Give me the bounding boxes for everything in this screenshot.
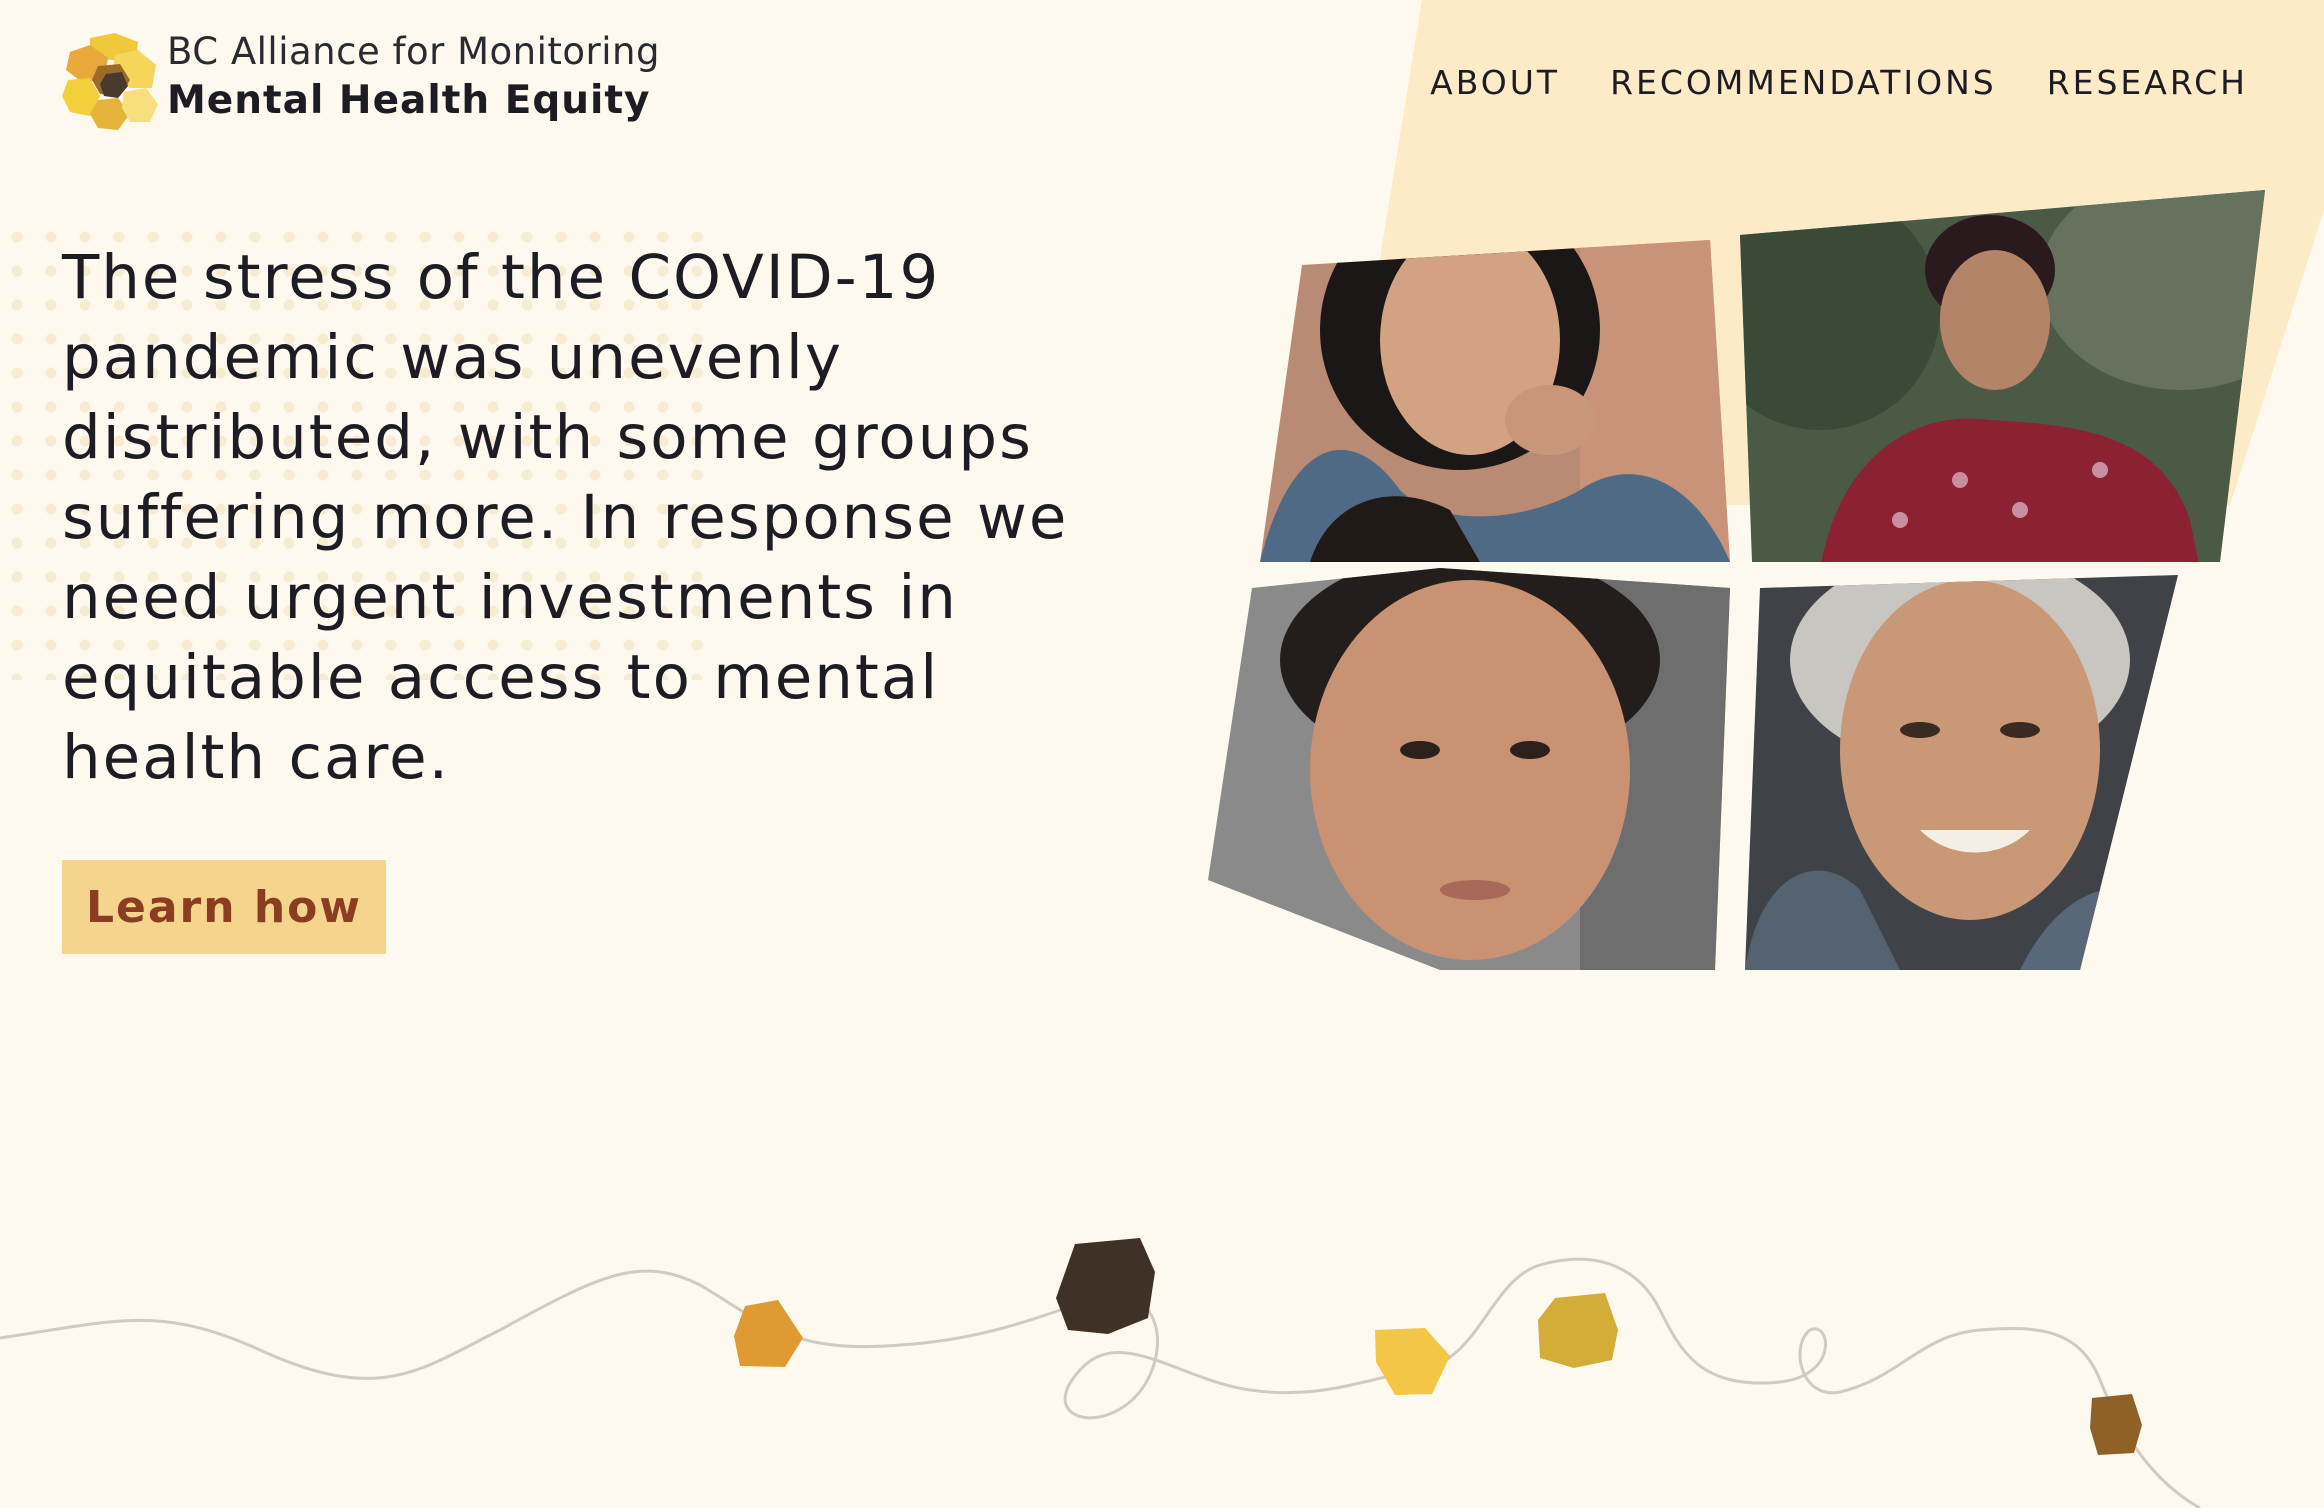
- logo-mark[interactable]: [60, 30, 162, 132]
- man-with-glasses-photo: [1740, 190, 2265, 562]
- main-nav: ABOUT RECOMMENDATIONS RESEARCH: [1430, 63, 2248, 102]
- young-man-portrait-photo: [1208, 568, 1730, 970]
- dark-pebble-shape: [1056, 1238, 1155, 1334]
- nav-research-link[interactable]: RESEARCH: [2047, 63, 2248, 102]
- brand-title[interactable]: Mental Health Equity: [167, 78, 650, 123]
- learn-how-button[interactable]: Learn how: [62, 860, 386, 954]
- hero-headline: The stress of the COVID-19 pandemic was …: [62, 242, 1069, 793]
- nav-about-link[interactable]: ABOUT: [1430, 63, 1560, 102]
- orange-pebble-shape: [734, 1300, 803, 1367]
- yellow-pebble-shape: [1375, 1328, 1450, 1395]
- older-woman-smiling-photo: [1745, 575, 2178, 970]
- brand-subtitle: BC Alliance for Monitoring: [167, 30, 660, 73]
- nav-recommendations-link[interactable]: RECOMMENDATIONS: [1610, 63, 1997, 102]
- photo-collage: [1208, 190, 2265, 970]
- logo-icon: [62, 33, 158, 130]
- brown-pebble-shape: [2090, 1394, 2142, 1455]
- gold-pebble-shape: [1538, 1293, 1618, 1368]
- woman-with-hood-photo: [1260, 240, 1730, 562]
